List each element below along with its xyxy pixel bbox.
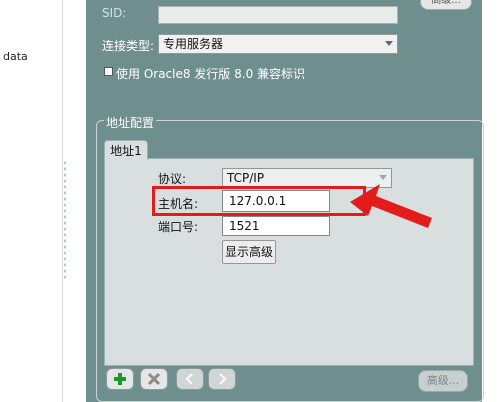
- tab-address-1[interactable]: 地址1: [104, 140, 148, 160]
- prev-address-button[interactable]: [176, 368, 204, 390]
- address-config-title: 地址配置: [104, 114, 157, 131]
- chevron-right-icon: [219, 373, 227, 385]
- top-advanced-button[interactable]: 高级...: [420, 0, 472, 10]
- chevron-down-icon: [385, 41, 393, 46]
- next-address-button[interactable]: [208, 368, 236, 390]
- plus-icon: [114, 373, 126, 385]
- remove-address-button[interactable]: [140, 368, 168, 390]
- right-strip: [482, 0, 502, 402]
- port-input[interactable]: 1521: [222, 216, 330, 236]
- red-arrow-icon: [350, 184, 432, 228]
- oracle8-compat-label: 使用 Oracle8 发行版 8.0 兼容标识: [116, 67, 306, 81]
- splitter-grip[interactable]: [63, 160, 67, 280]
- advanced-button[interactable]: 高级...: [418, 370, 468, 392]
- oracle8-compat-checkbox[interactable]: [104, 67, 113, 76]
- connection-type-select[interactable]: 专用服务器: [158, 34, 398, 54]
- hostname-highlight-box: [152, 186, 366, 216]
- sid-input[interactable]: [158, 6, 398, 24]
- protocol-label: 协议:: [158, 172, 187, 186]
- left-label: data: [3, 50, 28, 63]
- connection-type-label: 连接类型:: [102, 39, 155, 53]
- left-pane: data: [0, 0, 63, 402]
- x-icon: [147, 372, 161, 386]
- port-label: 端口号:: [158, 220, 199, 234]
- chevron-left-icon: [185, 373, 193, 385]
- show-advanced-button[interactable]: 显示高级: [222, 240, 276, 264]
- add-address-button[interactable]: [106, 368, 134, 390]
- sid-label: SID:: [102, 6, 127, 20]
